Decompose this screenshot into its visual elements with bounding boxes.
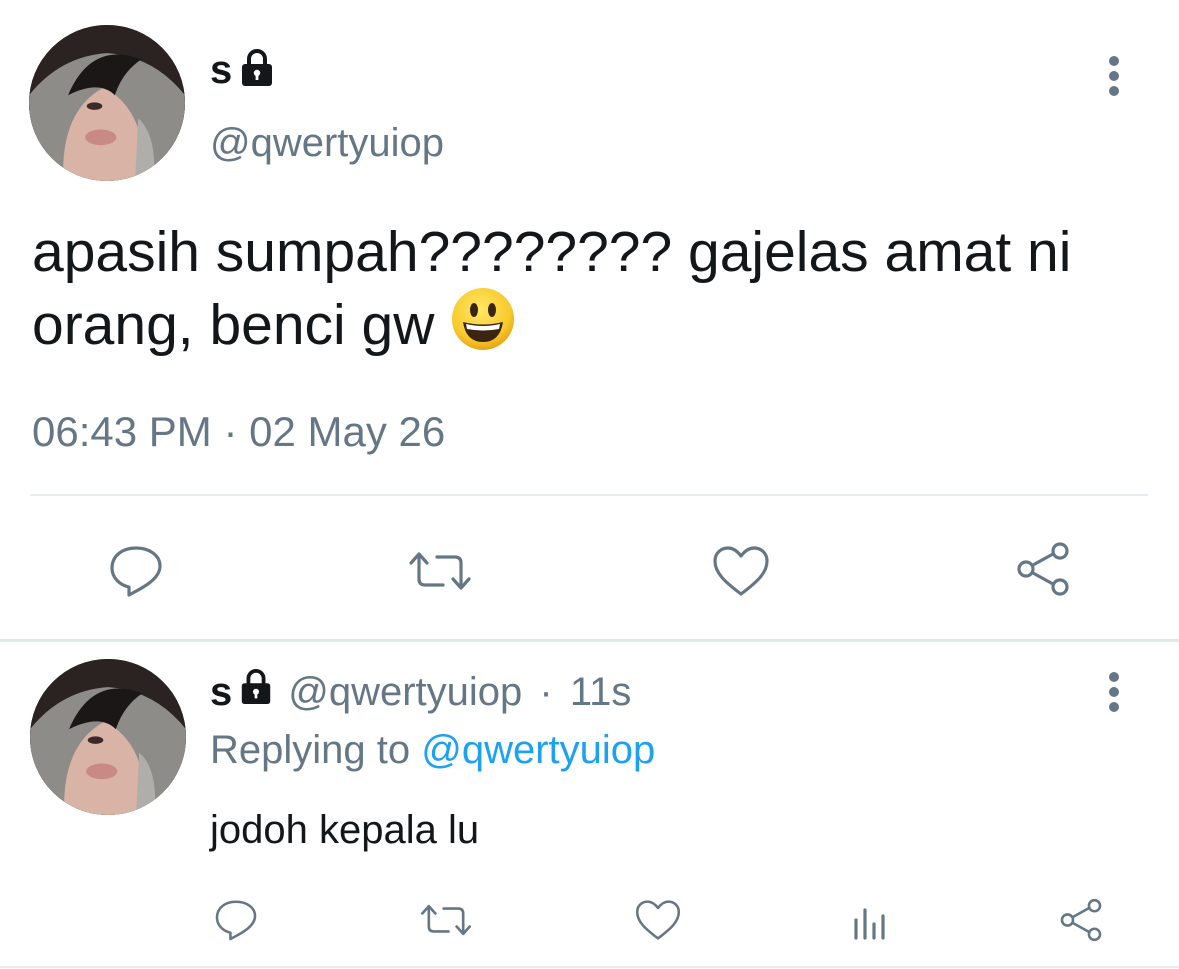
reply-age[interactable]: 11s — [570, 670, 632, 715]
tweet-text-container: apasih sumpah???????? gajelas amat ni or… — [32, 218, 1132, 367]
tweet-divider — [30, 494, 1148, 496]
reply-analytics-button[interactable] — [842, 892, 898, 948]
reply-author-avatar[interactable] — [30, 659, 186, 815]
tweet-text: apasih sumpah???????? gajelas amat ni or… — [32, 220, 1072, 357]
reply-text: jodoh kepala lu — [210, 808, 480, 852]
reply-author-handle[interactable]: @qwertyuiop — [288, 670, 522, 715]
grinning-face-emoji-icon — [450, 286, 516, 367]
author-name-row: s — [210, 46, 276, 94]
author-avatar[interactable] — [29, 25, 185, 181]
replying-to-line: Replying to @qwertyuiop — [210, 728, 655, 773]
retweet-icon — [409, 552, 471, 590]
author-name: s — [210, 47, 233, 92]
more-options-icon[interactable] — [1096, 52, 1132, 100]
share-icon — [1060, 898, 1102, 942]
replying-to-mention[interactable]: @qwertyuiop — [421, 728, 655, 772]
share-icon — [1017, 542, 1069, 596]
protected-lock-icon — [238, 48, 276, 93]
replying-to-prefix: Replying to — [210, 728, 422, 772]
avatar-photo — [29, 25, 185, 181]
retweet-icon — [420, 904, 472, 936]
author-handle[interactable]: @qwertyuiop — [210, 121, 444, 166]
like-button[interactable] — [703, 538, 779, 604]
reply-reply-button[interactable] — [208, 892, 264, 948]
reply-like-button[interactable] — [630, 892, 686, 948]
reply-icon — [215, 900, 257, 941]
retweet-button[interactable] — [402, 538, 478, 604]
like-icon — [635, 900, 681, 940]
reply-age-separator: · — [528, 669, 564, 714]
tweet-timestamp[interactable]: 06:43 PM · 02 May 26 — [32, 408, 445, 456]
reply-author-name: s — [210, 669, 233, 714]
share-button[interactable] — [1005, 536, 1081, 602]
reply-share-button[interactable] — [1052, 892, 1110, 948]
reply-retweet-button[interactable] — [416, 892, 476, 948]
protected-lock-icon — [238, 668, 274, 716]
reply-icon — [110, 546, 162, 597]
analytics-icon — [854, 908, 885, 940]
thread-separator — [0, 639, 1179, 642]
reply-header: s @qwertyuiop · 11s — [210, 668, 631, 716]
reply-more-options-icon[interactable] — [1096, 668, 1132, 716]
like-icon — [713, 546, 769, 596]
avatar-photo — [30, 659, 186, 815]
bottom-divider — [0, 966, 1179, 968]
reply-button[interactable] — [98, 538, 174, 604]
